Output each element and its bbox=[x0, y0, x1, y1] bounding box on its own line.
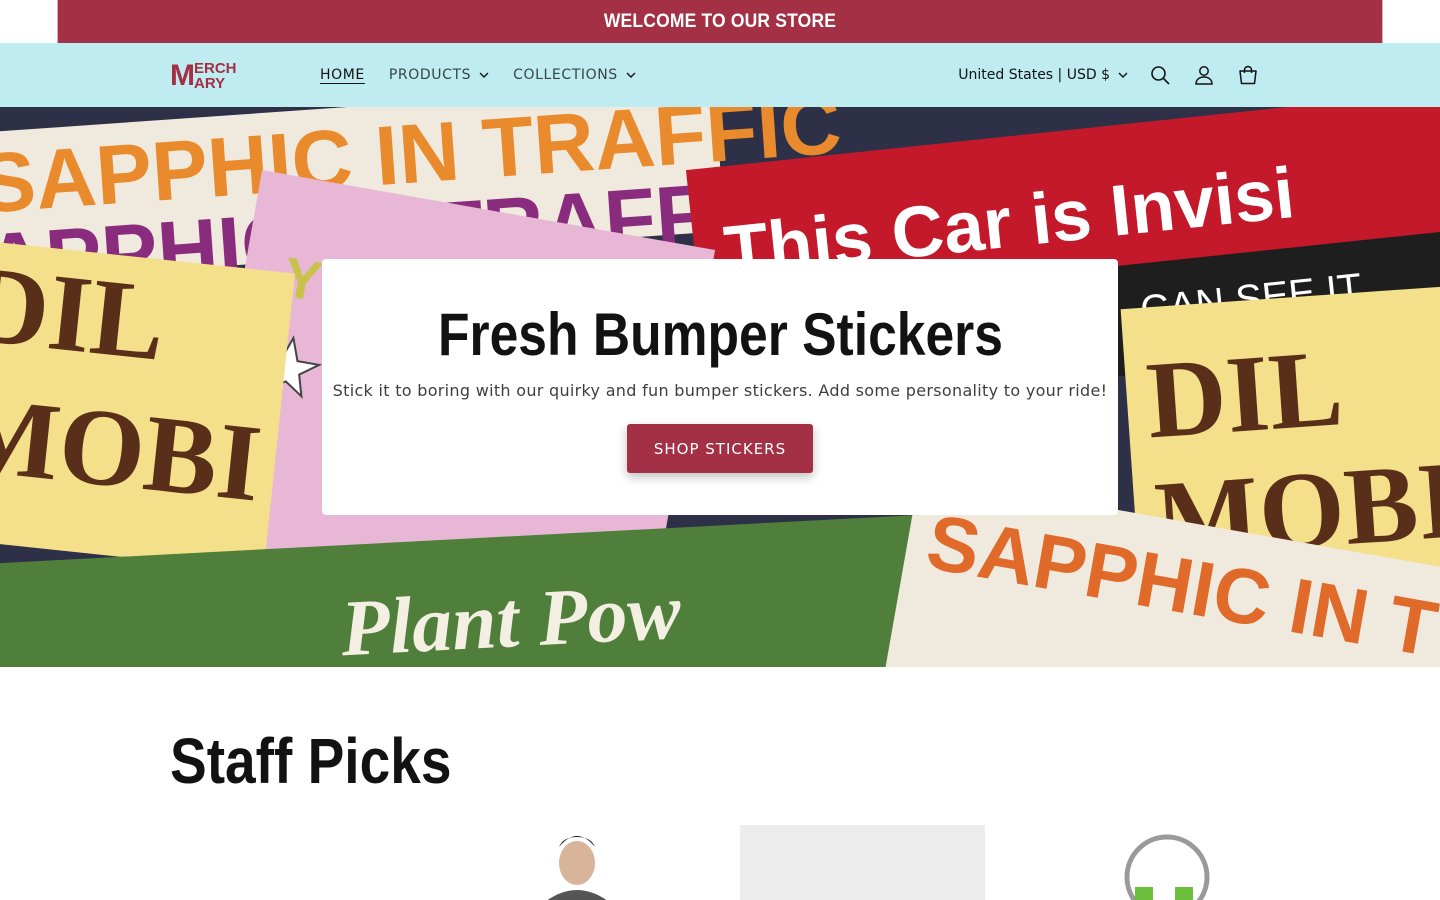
hero-title: Fresh Bumper Stickers bbox=[437, 301, 1003, 368]
header-actions: United States | USD $ bbox=[948, 53, 1270, 97]
staff-picks-title: Staff Picks bbox=[170, 725, 452, 797]
product-image bbox=[1124, 834, 1210, 900]
announcement-bar: WELCOME TO OUR STORE bbox=[57, 0, 1383, 43]
svg-text:DIL: DIL bbox=[1143, 326, 1347, 461]
product-grid bbox=[170, 825, 1270, 900]
search-icon bbox=[1151, 66, 1170, 85]
nav-home[interactable]: HOME bbox=[308, 55, 377, 95]
chevron-down-icon bbox=[479, 72, 489, 78]
account-icon bbox=[1195, 66, 1213, 85]
country-selector[interactable]: United States | USD $ bbox=[948, 55, 1138, 95]
country-label: United States | USD $ bbox=[958, 67, 1110, 83]
search-button[interactable] bbox=[1138, 53, 1182, 97]
cart-icon bbox=[1239, 65, 1257, 85]
product-card[interactable] bbox=[740, 825, 985, 900]
product-card[interactable] bbox=[170, 825, 415, 900]
announcement-text: WELCOME TO OUR STORE bbox=[603, 10, 837, 32]
svg-text:M: M bbox=[170, 59, 195, 92]
nav-products[interactable]: PRODUCTS bbox=[377, 55, 501, 95]
account-button[interactable] bbox=[1182, 53, 1226, 97]
staff-picks-section: Staff Picks bbox=[0, 667, 1440, 900]
main-nav: HOME PRODUCTS COLLECTIONS bbox=[308, 55, 648, 95]
product-card[interactable] bbox=[1025, 825, 1270, 900]
product-image bbox=[547, 836, 607, 900]
store-logo[interactable]: M ERCH ARY bbox=[170, 58, 270, 92]
hero-content-box: Fresh Bumper Stickers Stick it to boring… bbox=[322, 259, 1118, 515]
nav-home-label: HOME bbox=[320, 67, 365, 83]
chevron-down-icon bbox=[1118, 72, 1128, 78]
hero-subtitle: Stick it to boring with our quirky and f… bbox=[332, 381, 1108, 400]
sticker-text: Plant Pow bbox=[338, 568, 684, 667]
nav-products-label: PRODUCTS bbox=[388, 67, 472, 83]
chevron-down-icon bbox=[626, 72, 636, 78]
nav-collections-label: COLLECTIONS bbox=[513, 67, 618, 83]
svg-text:ARY: ARY bbox=[194, 75, 225, 92]
nav-collections[interactable]: COLLECTIONS bbox=[501, 55, 648, 95]
cart-button[interactable] bbox=[1226, 53, 1270, 97]
site-header: M ERCH ARY HOME PRODUCTS COLLECTIONS Uni… bbox=[0, 43, 1440, 107]
hero-banner: SAPPHIC IN TRAFFIC APPHIC IN TRAFFIC Thi… bbox=[0, 107, 1440, 667]
shop-stickers-button[interactable]: SHOP STICKERS bbox=[627, 424, 813, 473]
product-card[interactable] bbox=[455, 825, 700, 900]
sticker-text: DIL bbox=[0, 242, 171, 384]
